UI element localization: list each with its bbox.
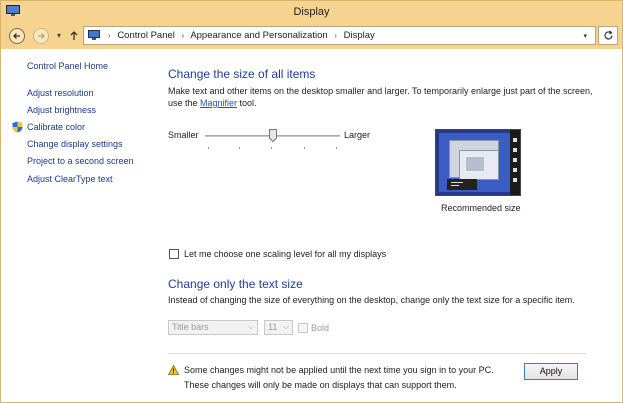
divider xyxy=(168,353,586,354)
forward-arrow-icon xyxy=(38,33,45,39)
magnifier-link[interactable]: Magnifier xyxy=(200,98,237,108)
shield-icon xyxy=(12,121,23,133)
breadcrumb-appearance[interactable]: Appearance and Personalization xyxy=(190,30,327,41)
sidebar-item-change-display-settings[interactable]: Change display settings xyxy=(27,139,123,149)
size-description-line2: use the Magnifier tool. xyxy=(168,97,257,109)
warning-sign-in: Some changes might not be applied until … xyxy=(184,365,494,375)
slider-tick xyxy=(336,147,337,149)
back-button[interactable] xyxy=(9,28,25,44)
preview-caption: Recommended size xyxy=(441,203,521,213)
up-arrow-icon[interactable] xyxy=(69,30,79,41)
display-window: Display ▾ › Control Panel › Appearance a… xyxy=(0,0,623,403)
font-size-value: 11 xyxy=(268,322,278,332)
bold-label: Bold xyxy=(311,323,330,333)
breadcrumb-separator[interactable]: › xyxy=(334,31,337,40)
slider-tick xyxy=(304,147,305,149)
control-panel-icon xyxy=(88,30,100,40)
heading-change-size: Change the size of all items xyxy=(168,67,316,81)
size-description: Make text and other items on the desktop… xyxy=(168,86,593,96)
sidebar-item-adjust-cleartype[interactable]: Adjust ClearType text xyxy=(27,174,113,184)
preview-window-front xyxy=(459,150,499,180)
refresh-icon xyxy=(604,30,613,40)
chevron-down-icon: ⌵ xyxy=(282,322,289,331)
breadcrumb-display[interactable]: Display xyxy=(344,30,375,41)
sidebar-item-control-panel-home[interactable]: Control Panel Home xyxy=(27,61,108,71)
sidebar-item-calibrate-color[interactable]: Calibrate color xyxy=(12,121,86,133)
scaling-checkbox[interactable] xyxy=(169,249,179,259)
breadcrumb: › Control Panel › Appearance and Persona… xyxy=(104,30,375,41)
refresh-button[interactable] xyxy=(598,26,618,45)
breadcrumb-control-panel[interactable]: Control Panel xyxy=(117,30,175,41)
slider-tick xyxy=(271,147,272,149)
sidebar-item-project-second-screen[interactable]: Project to a second screen xyxy=(27,156,134,166)
preview-taskbar xyxy=(447,179,477,190)
size-slider-thumb[interactable] xyxy=(268,129,277,142)
slider-smaller-label: Smaller xyxy=(168,130,199,140)
display-preview xyxy=(435,129,521,196)
text-size-description: Instead of changing the size of everythi… xyxy=(168,295,575,305)
warning-icon xyxy=(168,365,179,375)
preview-screen xyxy=(439,133,515,192)
warning-displays: These changes will only be made on displ… xyxy=(184,380,457,390)
slider-tick xyxy=(239,147,240,149)
scaling-checkbox-label[interactable]: Let me choose one scaling level for all … xyxy=(184,248,386,260)
bold-checkbox[interactable] xyxy=(298,323,308,333)
sidebar-item-label: Calibrate color xyxy=(27,122,86,132)
breadcrumb-separator: › xyxy=(108,31,111,40)
address-bar: ▾ › Control Panel › Appearance and Perso… xyxy=(1,23,622,49)
item-select[interactable]: Title bars ⌵ xyxy=(168,320,258,335)
desc-text: use the xyxy=(168,98,201,108)
address-dropdown-icon[interactable]: ▾ xyxy=(583,32,587,40)
desc-text: tool. xyxy=(237,98,257,108)
heading-change-text-size: Change only the text size xyxy=(168,277,303,291)
sidebar-item-adjust-brightness[interactable]: Adjust brightness xyxy=(27,105,96,115)
back-arrow-icon xyxy=(13,33,20,39)
chevron-down-icon: ⌵ xyxy=(247,322,254,331)
chevron-down-icon[interactable]: ▾ xyxy=(57,31,61,40)
sidebar-item-adjust-resolution[interactable]: Adjust resolution xyxy=(27,88,94,98)
font-size-select[interactable]: 11 ⌵ xyxy=(264,320,293,335)
forward-button[interactable] xyxy=(33,28,49,44)
address-field[interactable]: › Control Panel › Appearance and Persona… xyxy=(83,26,596,45)
window-title: Display xyxy=(293,6,330,18)
item-select-value: Title bars xyxy=(172,322,209,332)
slider-tick xyxy=(208,147,209,149)
preview-charm-bar xyxy=(510,130,520,195)
apply-button[interactable]: Apply xyxy=(524,363,578,380)
breadcrumb-separator[interactable]: › xyxy=(182,31,185,40)
slider-larger-label: Larger xyxy=(344,130,371,140)
title-bar: Display xyxy=(1,1,622,23)
